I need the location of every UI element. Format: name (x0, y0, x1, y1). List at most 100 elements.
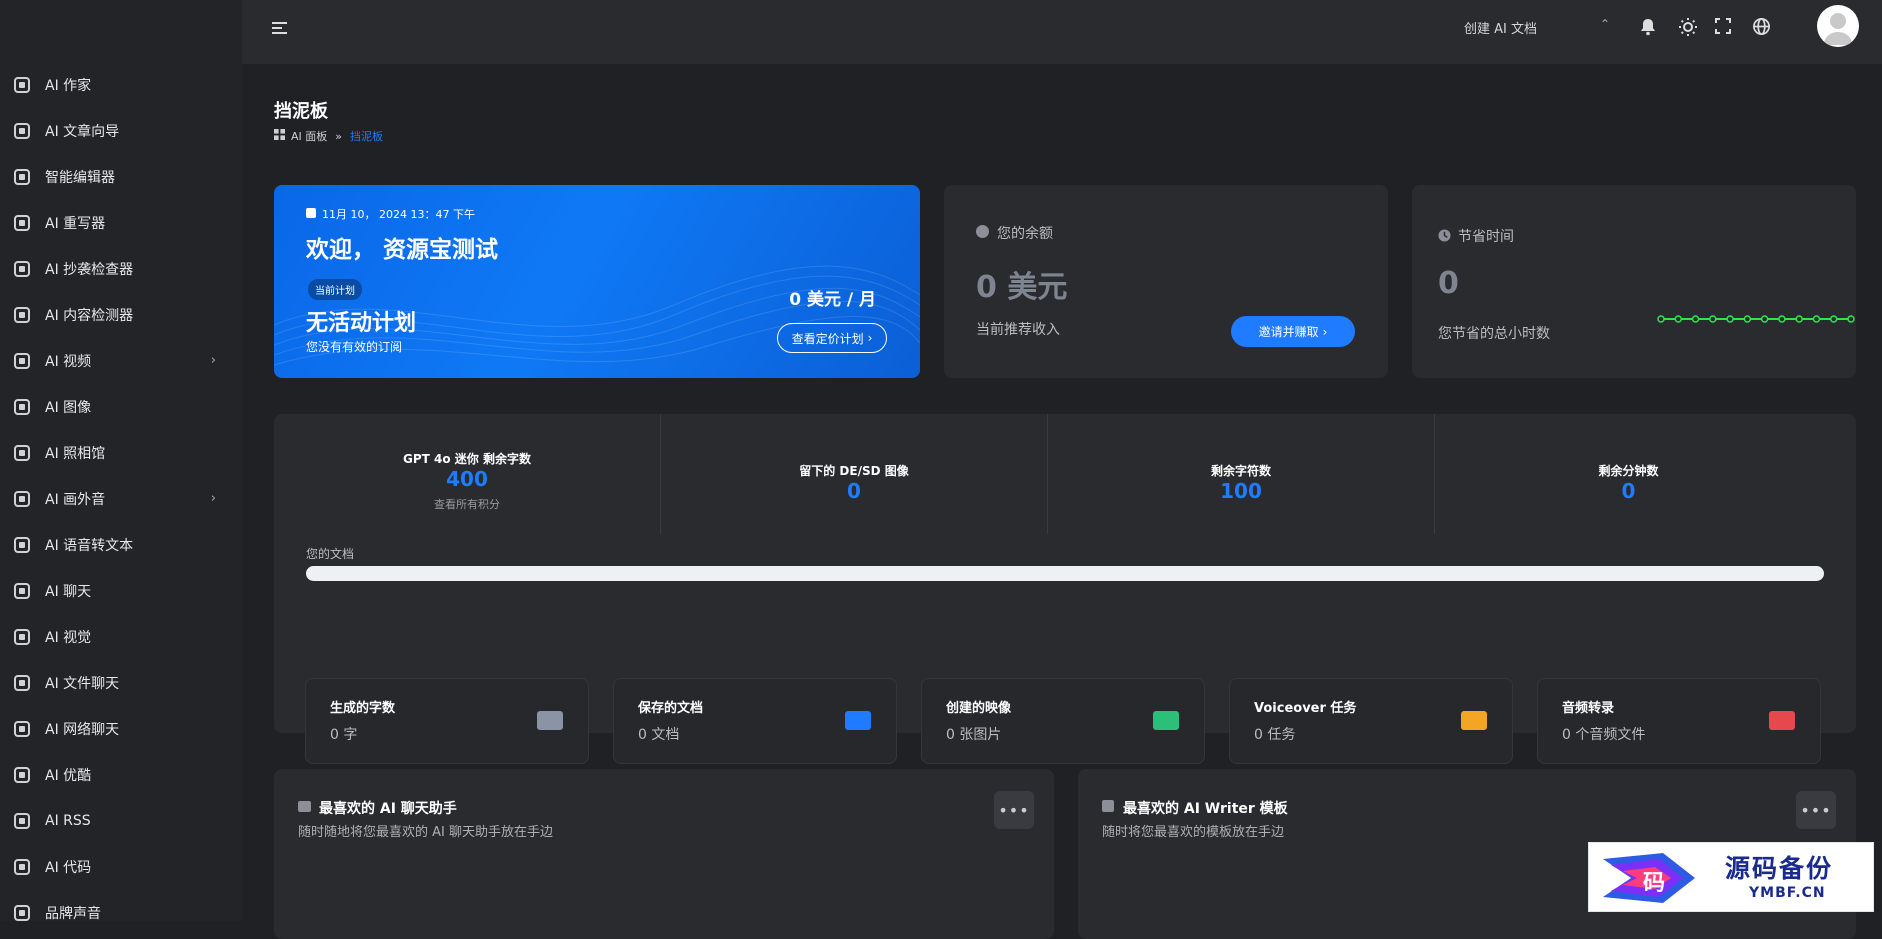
stat-tile: Voiceover 任务 0 任务 (1229, 678, 1513, 764)
sidebar-item[interactable]: AI 重写器 (0, 200, 242, 246)
dashboard-grid-icon (274, 129, 285, 143)
create-ai-document-dropdown[interactable]: 创建 AI 文档 ⌃ (1464, 17, 1610, 40)
sidebar-item[interactable]: AI 网络聊天 (0, 706, 242, 752)
chevron-right-icon: › (1322, 324, 1328, 339)
time-saved-label: 节省时间 (1458, 229, 1514, 245)
vision-icon (12, 627, 32, 647)
sidebar-item[interactable]: AI 照相馆 (0, 430, 242, 476)
view-pricing-label: 查看定价计划 (791, 331, 864, 346)
view-all-credits-link[interactable]: 查看所有积分 (274, 496, 660, 512)
sidebar-item-label: AI 语音转文本 (45, 538, 134, 554)
chevron-up-icon: ⌃ (1599, 17, 1610, 31)
sidebar-item[interactable]: AI 画外音 › (0, 476, 242, 522)
favorite-writer-title: 最喜欢的 AI Writer 模板 (1123, 801, 1288, 817)
sidebar-item-label: AI 文件聊天 (45, 676, 120, 692)
menu-toggle-icon[interactable] (272, 20, 288, 36)
stat-tile: 音频转录 0 个音频文件 (1537, 678, 1821, 764)
documents-label: 您的文档 (306, 547, 355, 561)
time-saved-note: 您节省的总小时数 (1438, 326, 1550, 342)
create-ai-document-label: 创建 AI 文档 (1464, 22, 1537, 37)
sidebar-item[interactable]: AI 抄袭检查器 (0, 246, 242, 292)
balance-amount: 0 美元 (976, 270, 1068, 305)
folder-chat-icon (12, 673, 32, 693)
tile-value: 0 个音频文件 (1562, 727, 1646, 743)
sidebar-item[interactable]: AI RSS (0, 798, 242, 844)
theme-toggle-sun-icon[interactable] (1678, 17, 1698, 37)
sidebar-item-label: AI 画外音 (45, 492, 106, 508)
sidebar-item-label: AI 代码 (45, 860, 92, 876)
sparkline-point (1709, 315, 1717, 323)
sidebar-item[interactable]: AI 视频 › (0, 338, 242, 384)
bell-icon[interactable] (1639, 18, 1659, 38)
sidebar-item[interactable]: AI 语音转文本 (0, 522, 242, 568)
avatar[interactable] (1817, 5, 1859, 47)
sidebar-item-label: AI 优酷 (45, 768, 92, 784)
tile-title: 生成的字数 (330, 701, 396, 716)
favorite-chat-title: 最喜欢的 AI 聊天助手 (319, 801, 457, 817)
view-pricing-button[interactable]: 查看定价计划 › (777, 323, 887, 353)
current-plan-badge: 当前计划 (308, 279, 362, 300)
image-frame-icon (12, 397, 32, 417)
more-options-button[interactable]: ••• (994, 791, 1034, 829)
sidebar-item[interactable]: AI 代码 (0, 844, 242, 890)
fullscreen-icon[interactable] (1715, 18, 1733, 36)
chevron-right-icon: › (867, 331, 873, 345)
stat-column: 剩余分钟数 0 (1435, 414, 1822, 534)
sidebar-item-label: AI 图像 (45, 400, 92, 416)
invite-and-earn-button[interactable]: 邀请并赚取 › (1231, 316, 1355, 347)
sidebar-item-label: AI 作家 (45, 78, 92, 94)
stat-value: 100 (1220, 479, 1262, 503)
sparkline-point (1847, 315, 1855, 323)
tile-title: 保存的文档 (638, 701, 704, 716)
chevron-right-icon: › (210, 491, 216, 506)
sidebar-item-label: 品牌声音 (45, 906, 101, 921)
folder-icon (844, 708, 872, 732)
balance-note: 当前推荐收入 (976, 322, 1060, 338)
balance-coin-icon (976, 225, 989, 238)
sidebar-item[interactable]: AI 文章向导 (0, 108, 242, 154)
youtube-icon (12, 765, 32, 785)
tile-value: 0 任务 (1254, 727, 1296, 743)
sidebar: AI 作家 AI 文章向导 智能编辑器 AI 重写器 AI 抄袭检查器 AI 内容检测器 A… (0, 0, 242, 921)
sidebar-item[interactable]: AI 文件聊天 (0, 660, 242, 706)
sidebar-item[interactable]: 品牌声音 (0, 890, 242, 921)
pen-icon (12, 213, 32, 233)
music-file-icon (1768, 708, 1796, 732)
sidebar-item[interactable]: 智能编辑器 (0, 154, 242, 200)
watermark-text-cn: 源码备份 (1725, 854, 1834, 883)
chat-icon (298, 801, 311, 812)
sparkline-point (1795, 315, 1803, 323)
chip-icon (536, 708, 564, 732)
waveform-icon (12, 489, 32, 509)
breadcrumb: AI 面板 » 挡泥板 (274, 128, 383, 144)
sidebar-item-label: AI 重写器 (45, 216, 106, 232)
balance-card: 您的余额 0 美元 当前推荐收入 邀请并赚取 › (944, 185, 1388, 378)
stat-label: 剩余字符数 (1210, 464, 1271, 478)
sidebar-item[interactable]: AI 作家 (0, 62, 242, 108)
sidebar-item-label: 智能编辑器 (45, 170, 115, 186)
sparkline-point (1674, 315, 1683, 323)
stat-column: 留下的 DE/SD 图像 0 (661, 414, 1048, 534)
globe-icon[interactable] (1752, 17, 1772, 37)
breadcrumb-root[interactable]: AI 面板 (291, 128, 327, 144)
tile-title: 音频转录 (1562, 701, 1615, 716)
calendar-icon (306, 208, 316, 218)
sidebar-item-label: AI RSS (45, 813, 91, 829)
sidebar-item[interactable]: AI 聊天 (0, 568, 242, 614)
clock-icon (1438, 227, 1451, 246)
sidebar-item[interactable]: AI 视觉 (0, 614, 242, 660)
more-options-button[interactable]: ••• (1796, 791, 1836, 829)
stat-label: 剩余分钟数 (1598, 464, 1659, 478)
ellipsis-icon: ••• (998, 800, 1030, 820)
topbar: 创建 AI 文档 ⌃ (242, 0, 1882, 64)
sidebar-item[interactable]: AI 内容检测器 (0, 292, 242, 338)
tile-title: Voiceover 任务 (1254, 701, 1357, 716)
sparkline-point (1726, 315, 1734, 323)
balance-label: 您的余额 (997, 226, 1053, 242)
sidebar-item[interactable]: AI 优酷 (0, 752, 242, 798)
sidebar-item[interactable]: AI 图像 (0, 384, 242, 430)
stat-column: GPT 4o 迷你 剩余字数 400 查看所有积分 (274, 414, 661, 534)
sparkline-point (1691, 315, 1700, 323)
main-content: 挡泥板 AI 面板 » 挡泥板 11月 10， 2024 13：47 下午 欢迎… (242, 64, 1882, 939)
watermark-glyph: 码 (1643, 870, 1666, 896)
